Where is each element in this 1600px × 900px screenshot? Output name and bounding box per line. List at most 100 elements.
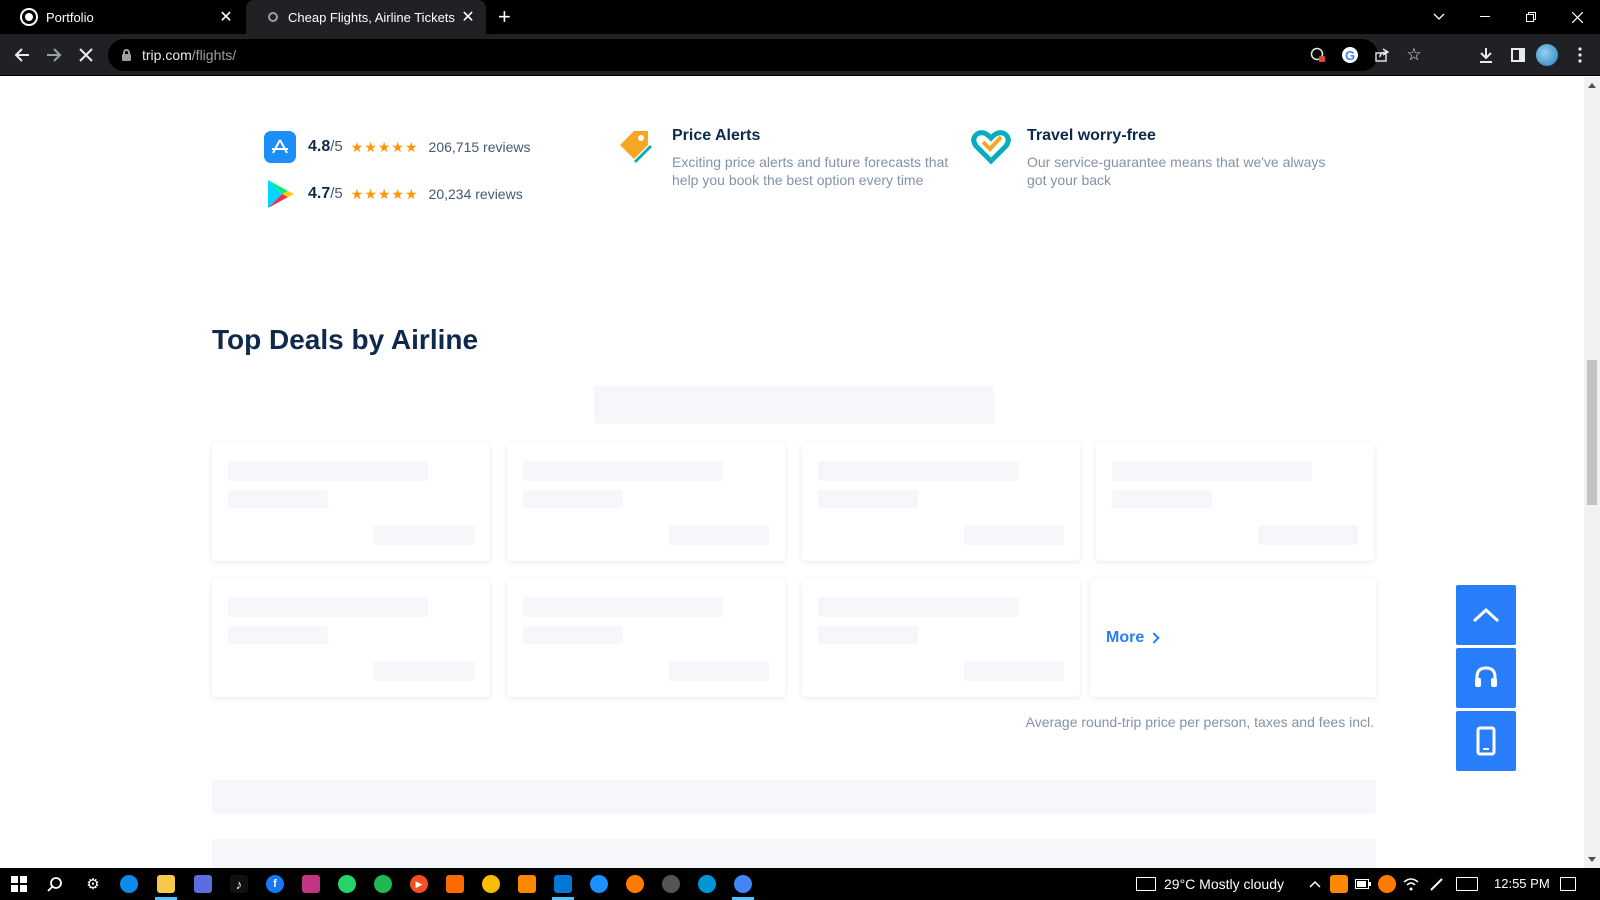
file-explorer-icon[interactable] (157, 875, 175, 893)
spotify-icon[interactable] (374, 875, 392, 893)
vscode-icon[interactable] (554, 875, 572, 893)
tab-title: Portfolio (46, 9, 94, 25)
feature-travel-worry-free: Travel worry-free Our service-guarantee … (971, 127, 1327, 189)
feature-description: Exciting price alerts and future forecas… (672, 154, 949, 188)
weather-text[interactable]: 29°C Mostly cloudy (1164, 876, 1284, 892)
phone-icon (1476, 726, 1496, 756)
tab-portfolio[interactable]: Portfolio ✕ (0, 0, 244, 34)
settings-gear-icon[interactable]: ⚙ (84, 875, 102, 893)
browser-tab-strip: Portfolio ✕ Cheap Flights, Airline Ticke… (0, 0, 1600, 34)
price-note: Average round-trip price per person, tax… (1025, 714, 1374, 730)
rating-score: 4.7/5 (308, 185, 343, 202)
side-panel-icon[interactable] (1506, 43, 1530, 67)
feature-price-alerts: Price Alerts Exciting price alerts and f… (620, 127, 972, 189)
feature-title: Price Alerts (672, 127, 761, 144)
forward-icon[interactable] (42, 43, 66, 67)
chevron-up-icon[interactable] (1306, 875, 1324, 893)
clock[interactable]: 12:55 PM (1494, 876, 1550, 891)
chrome-icon[interactable] (482, 875, 500, 893)
deal-card-skeleton[interactable] (507, 443, 785, 561)
search-icon[interactable] (46, 875, 64, 893)
weather-news-icon[interactable] (1136, 877, 1156, 891)
deal-card-skeleton[interactable] (212, 443, 490, 561)
wifi-icon[interactable] (1402, 875, 1420, 893)
tracking-blocked-icon[interactable] (1308, 45, 1328, 65)
close-tab-icon[interactable]: ✕ (458, 7, 478, 27)
scroll-down-arrow-icon[interactable] (1588, 857, 1596, 862)
instagram-icon[interactable] (302, 875, 320, 893)
feature-description: Our service-guarantee means that we've a… (1027, 154, 1326, 188)
rating-stars: ★★★★★ (350, 185, 419, 202)
deal-card-skeleton[interactable] (802, 443, 1080, 561)
media-player-icon[interactable]: ▶ (410, 875, 428, 893)
url-text: trip.com/flights/ (142, 47, 237, 63)
minimize-icon[interactable] (1462, 0, 1508, 34)
chrome-icon[interactable] (734, 875, 752, 893)
page-scrollbar[interactable] (1584, 77, 1600, 868)
deal-card-skeleton[interactable] (212, 579, 490, 697)
more-deals-link[interactable]: More (1106, 629, 1160, 647)
vlc-icon[interactable] (518, 875, 536, 893)
section-title: Top Deals by Airline (212, 324, 479, 355)
chevron-right-icon (1148, 632, 1160, 644)
whatsapp-icon[interactable] (338, 875, 356, 893)
restore-icon[interactable] (1508, 0, 1554, 34)
tiktok-icon[interactable]: ♪ (230, 875, 248, 893)
store-icon[interactable] (194, 875, 212, 893)
google-lens-icon[interactable]: G (1342, 47, 1358, 63)
app-store-rating[interactable]: 4.8/5 ★★★★★ 206,715 reviews (264, 131, 530, 163)
rating-score: 4.8/5 (308, 138, 343, 155)
page-content: 4.8/5 ★★★★★ 206,715 reviews 4.7/5 ★★★★★ … (0, 77, 1584, 868)
stop-loading-icon[interactable] (74, 43, 98, 67)
app-store-icon (264, 131, 296, 163)
back-to-top-button[interactable] (1456, 585, 1516, 645)
mobile-app-button[interactable] (1456, 711, 1516, 771)
globe-icon (22, 10, 36, 24)
tab-search-icon[interactable] (1416, 0, 1462, 34)
heart-check-icon (971, 127, 1011, 167)
price-tag-icon (616, 127, 656, 167)
app-icon[interactable] (626, 875, 644, 893)
deal-card-skeleton[interactable] (1096, 443, 1374, 561)
google-play-rating[interactable]: 4.7/5 ★★★★★ 20,234 reviews (264, 178, 523, 210)
lock-icon[interactable] (122, 49, 131, 61)
profile-avatar[interactable] (1536, 44, 1558, 66)
bookmark-star-icon[interactable]: ☆ (1404, 45, 1424, 65)
hp-icon[interactable] (698, 875, 716, 893)
share-icon[interactable] (1372, 45, 1392, 65)
deal-card-skeleton[interactable] (802, 579, 1080, 697)
battery-icon[interactable] (1354, 875, 1372, 893)
app-icon[interactable] (662, 875, 680, 893)
content-skeleton (212, 839, 1376, 868)
downloads-icon[interactable] (1474, 43, 1498, 67)
windows-start-icon[interactable] (10, 875, 28, 893)
app-tray-icon[interactable] (1378, 875, 1396, 893)
back-icon[interactable] (10, 43, 34, 67)
facebook-icon[interactable]: f (266, 875, 284, 893)
deal-card-skeleton[interactable] (507, 579, 785, 697)
address-bar[interactable]: trip.com/flights/ G ☆ (108, 39, 1422, 71)
scrollbar-thumb[interactable] (1587, 360, 1597, 505)
menu-kebab-icon[interactable] (1568, 43, 1592, 67)
loading-icon (268, 12, 278, 22)
more-deals-card[interactable]: More (1090, 579, 1376, 697)
google-play-icon (264, 178, 296, 210)
notifications-icon[interactable] (1560, 877, 1576, 891)
pen-icon[interactable] (1428, 875, 1446, 893)
headset-icon (1475, 666, 1497, 687)
close-tab-icon[interactable]: ✕ (216, 7, 236, 27)
browser-toolbar: trip.com/flights/ G ☆ (0, 34, 1600, 76)
app-icon[interactable] (590, 875, 608, 893)
review-count: 20,234 reviews (428, 186, 523, 202)
review-count: 206,715 reviews (428, 139, 531, 155)
new-tab-button[interactable]: + (498, 5, 511, 29)
close-window-icon[interactable] (1554, 0, 1600, 34)
keyboard-icon[interactable] (1456, 877, 1478, 891)
app-icon[interactable] (446, 875, 464, 893)
customer-support-button[interactable] (1456, 648, 1516, 708)
tab-trip-flights[interactable]: Cheap Flights, Airline Tickets & P ✕ (246, 0, 486, 34)
vlc-tray-icon[interactable] (1330, 875, 1348, 893)
scroll-up-arrow-icon[interactable] (1588, 83, 1596, 88)
tab-title: Cheap Flights, Airline Tickets & P (288, 9, 458, 25)
edge-icon[interactable] (120, 875, 138, 893)
